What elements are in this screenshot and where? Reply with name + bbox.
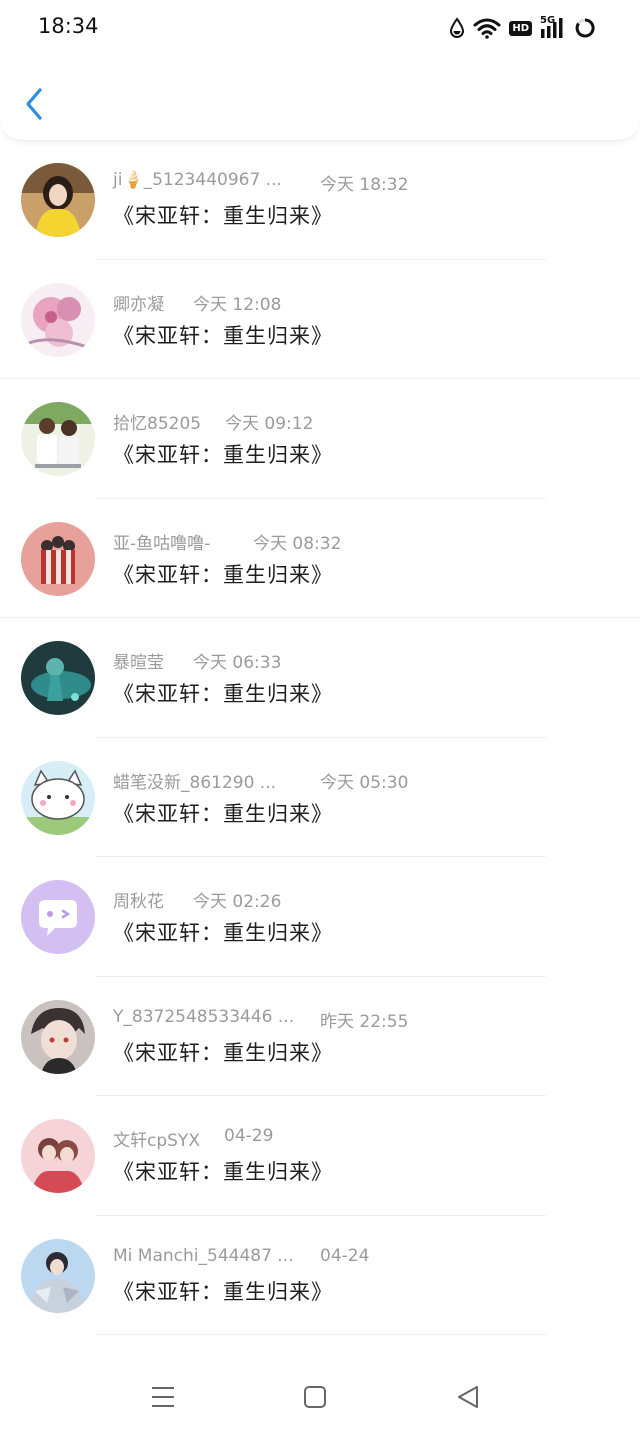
avatar[interactable] bbox=[21, 1119, 95, 1193]
back-button[interactable] bbox=[20, 86, 52, 122]
sender-line: 亚-鱼咕噜噜- 今天 08:32 bbox=[113, 529, 341, 554]
chat-bubble-icon bbox=[21, 880, 95, 954]
message-time: 今天 08:32 bbox=[253, 533, 342, 554]
message-text: 《宋亚轩：重生归来》 bbox=[113, 323, 333, 348]
message-time: 04-24 bbox=[320, 1245, 370, 1266]
girl-portrait-image bbox=[21, 163, 95, 237]
popcorn-image bbox=[21, 521, 95, 596]
avatar[interactable] bbox=[21, 163, 95, 237]
message-time: 今天 05:30 bbox=[320, 772, 409, 793]
status-icons: HD 5G bbox=[449, 15, 596, 40]
sender-name: 拾忆85205 bbox=[113, 414, 202, 434]
sender-line: 文轩cpSYX 04-29 bbox=[113, 1126, 273, 1151]
wifi-icon bbox=[473, 18, 501, 39]
message-time: 今天 09:12 bbox=[225, 414, 314, 434]
menu-icon bbox=[152, 1387, 174, 1407]
drop-icon bbox=[450, 17, 465, 38]
signal-bars-icon bbox=[541, 18, 563, 38]
back-triangle-icon bbox=[458, 1386, 478, 1408]
sender-line: ji🍦_5123440967 ... 今天 18:32 bbox=[113, 170, 408, 195]
sender-name: 卿亦凝 bbox=[113, 294, 164, 315]
message-row[interactable]: 暴暄莹 今天 06:33 《宋亚轩：重生归来》 bbox=[0, 618, 640, 738]
sender-name: 文轩cpSYX bbox=[113, 1131, 200, 1151]
divider bbox=[96, 1334, 546, 1335]
message-text: 《宋亚轩：重生归来》 bbox=[113, 1279, 333, 1304]
message-text: 《宋亚轩：重生归来》 bbox=[113, 443, 333, 467]
message-time: 今天 02:26 bbox=[193, 892, 282, 912]
status-bar: 18:34 HD 5G bbox=[0, 0, 640, 58]
message-row[interactable]: Y_8372548533446 ... 昨天 22:55 《宋亚轩：重生归来》 bbox=[0, 977, 640, 1096]
sender-line: 周秋花 今天 02:26 bbox=[113, 887, 281, 912]
message-row[interactable]: 文轩cpSYX 04-29 《宋亚轩：重生归来》 bbox=[0, 1096, 640, 1216]
status-time: 18:34 bbox=[38, 14, 99, 38]
couple-photo-image bbox=[21, 1119, 95, 1193]
avatar[interactable] bbox=[21, 641, 95, 715]
message-row[interactable]: 周秋花 今天 02:26 《宋亚轩：重生归来》 bbox=[0, 857, 640, 977]
sender-name: 暴暄莹 bbox=[113, 653, 164, 673]
avatar[interactable] bbox=[21, 999, 95, 1074]
sender-line: Y_8372548533446 ... 昨天 22:55 bbox=[113, 1006, 408, 1032]
two-boys-image bbox=[21, 402, 95, 476]
sender-line: 卿亦凝 今天 12:08 bbox=[113, 290, 281, 315]
home-square-icon bbox=[304, 1386, 326, 1408]
sender-name: 亚-鱼咕噜噜- bbox=[113, 533, 211, 554]
sender-line: 拾忆85205 今天 09:12 bbox=[113, 409, 313, 434]
message-text: 《宋亚轩：重生归来》 bbox=[113, 682, 333, 706]
message-text: 《宋亚轩：重生归来》 bbox=[113, 204, 333, 228]
white-cat-image bbox=[21, 760, 95, 835]
message-time: 04-29 bbox=[224, 1126, 274, 1146]
teal-illustration-image bbox=[21, 641, 95, 715]
avatar[interactable] bbox=[21, 1238, 95, 1313]
message-row[interactable]: Mi Manchi_544487 ... 04-24 《宋亚轩：重生归来》 bbox=[0, 1216, 640, 1335]
avatar[interactable] bbox=[21, 402, 95, 476]
message-row[interactable]: 蜡笔没新_861290 ... 今天 05:30 《宋亚轩：重生归来》 bbox=[0, 738, 640, 857]
message-text: 《宋亚轩：重生归来》 bbox=[113, 801, 333, 826]
message-text: 《宋亚轩：重生归来》 bbox=[113, 1040, 333, 1065]
back-nav-button[interactable] bbox=[451, 1380, 485, 1414]
chevron-left-icon bbox=[26, 88, 42, 120]
message-time: 今天 06:33 bbox=[193, 653, 282, 673]
sender-name: Mi Manchi_544487 ... bbox=[113, 1245, 294, 1266]
anime-boy-image bbox=[21, 999, 95, 1074]
message-text: 《宋亚轩：重生归来》 bbox=[113, 562, 333, 587]
sender-line: Mi Manchi_544487 ... 04-24 bbox=[113, 1245, 369, 1270]
message-row[interactable]: 拾忆85205 今天 09:12 《宋亚轩：重生归来》 bbox=[0, 379, 640, 499]
sender-name: 周秋花 bbox=[113, 892, 164, 912]
signal-indicator: 5G bbox=[540, 15, 566, 39]
sender-line: 蜡笔没新_861290 ... 今天 05:30 bbox=[113, 768, 408, 793]
message-row[interactable]: ji🍦_5123440967 ... 今天 18:32 《宋亚轩：重生归来》 bbox=[0, 140, 640, 260]
boy-silver-jacket-image bbox=[21, 1238, 95, 1313]
sender-line: 暴暄莹 今天 06:33 bbox=[113, 648, 281, 673]
avatar[interactable] bbox=[21, 880, 95, 954]
avatar[interactable] bbox=[21, 282, 95, 357]
hd-badge: HD bbox=[509, 20, 532, 36]
system-nav-bar bbox=[0, 1360, 640, 1433]
home-button[interactable] bbox=[298, 1380, 332, 1414]
message-list: ji🍦_5123440967 ... 今天 18:32 《宋亚轩：重生归来》 卿… bbox=[0, 140, 640, 1335]
sender-name: Y_8372548533446 ... bbox=[113, 1006, 295, 1027]
avatar[interactable] bbox=[21, 521, 95, 596]
message-row[interactable]: 亚-鱼咕噜噜- 今天 08:32 《宋亚轩：重生归来》 bbox=[0, 499, 640, 618]
message-text: 《宋亚轩：重生归来》 bbox=[113, 1160, 333, 1184]
message-time: 昨天 22:55 bbox=[320, 1011, 409, 1032]
menu-button[interactable] bbox=[146, 1380, 180, 1414]
pink-flower-image bbox=[21, 282, 95, 357]
message-time: 今天 18:32 bbox=[320, 175, 409, 195]
avatar[interactable] bbox=[21, 760, 95, 835]
message-row[interactable]: 卿亦凝 今天 12:08 《宋亚轩：重生归来》 bbox=[0, 260, 640, 379]
battery-ring-icon bbox=[575, 18, 595, 38]
message-time: 今天 12:08 bbox=[193, 294, 282, 315]
sender-name: 蜡笔没新_861290 ... bbox=[113, 772, 277, 793]
message-text: 《宋亚轩：重生归来》 bbox=[113, 921, 333, 945]
sender-name: ji🍦_5123440967 ... bbox=[113, 170, 282, 190]
